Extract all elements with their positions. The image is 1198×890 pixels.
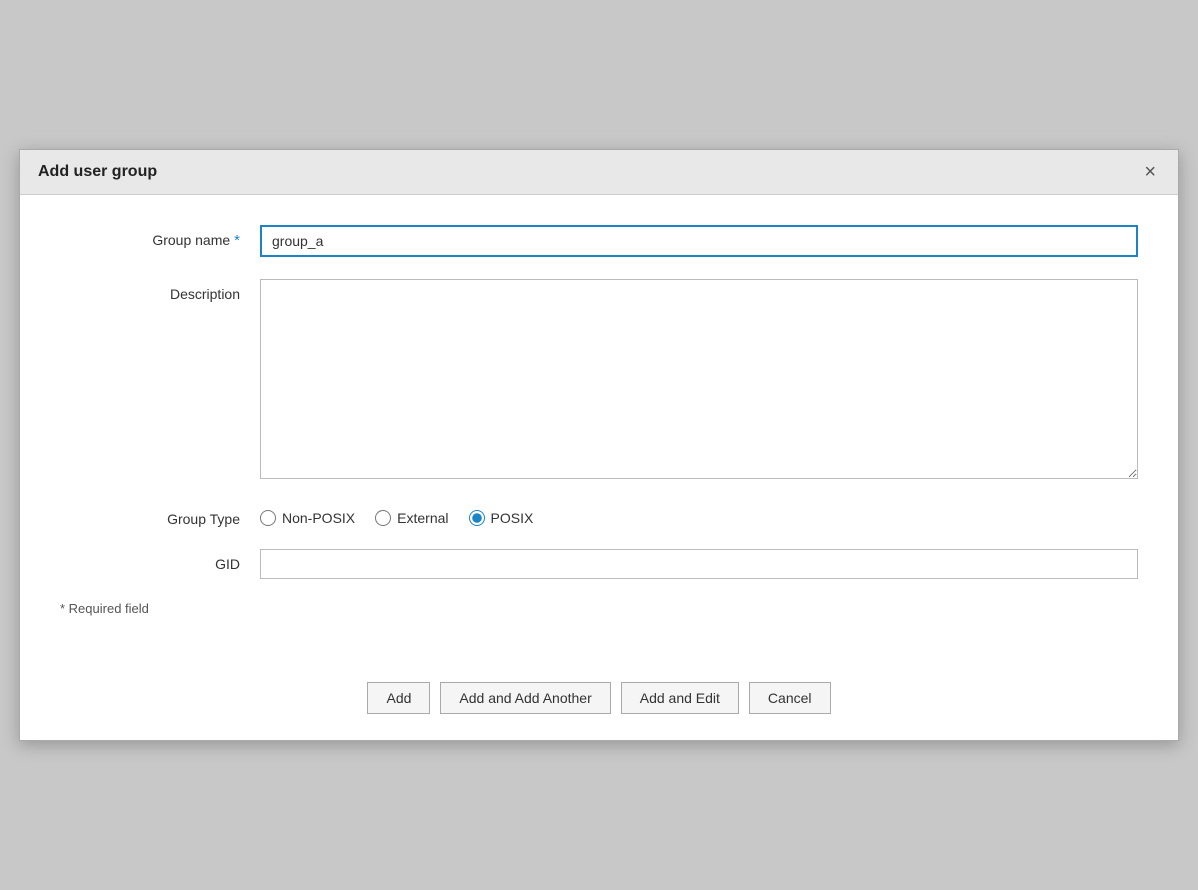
- radio-posix-label: POSIX: [491, 510, 534, 526]
- close-button[interactable]: ×: [1140, 162, 1160, 182]
- radio-external-label: External: [397, 510, 448, 526]
- group-name-field-wrapper: [260, 225, 1138, 257]
- group-name-input[interactable]: [260, 225, 1138, 257]
- required-note: * Required field: [60, 601, 1138, 616]
- description-row: Description: [60, 279, 1138, 482]
- group-type-options: Non-POSIX External POSIX: [260, 504, 1138, 526]
- dialog-header: Add user group ×: [20, 150, 1178, 195]
- description-input[interactable]: [260, 279, 1138, 479]
- group-type-row: Group Type Non-POSIX External POSIX: [60, 504, 1138, 527]
- gid-field-wrapper: [260, 549, 1138, 579]
- add-user-group-dialog: Add user group × Group name* Description: [19, 149, 1179, 741]
- dialog-title: Add user group: [38, 163, 157, 181]
- description-label: Description: [60, 279, 260, 302]
- group-type-label: Group Type: [60, 504, 260, 527]
- cancel-button[interactable]: Cancel: [749, 682, 831, 714]
- radio-non-posix-label: Non-POSIX: [282, 510, 355, 526]
- dialog-body: Group name* Description Group Type: [20, 195, 1178, 666]
- dialog-footer: Add Add and Add Another Add and Edit Can…: [20, 666, 1178, 740]
- add-and-edit-button[interactable]: Add and Edit: [621, 682, 739, 714]
- gid-row: GID: [60, 549, 1138, 579]
- radio-non-posix[interactable]: Non-POSIX: [260, 510, 355, 526]
- add-button[interactable]: Add: [367, 682, 430, 714]
- add-and-add-another-button[interactable]: Add and Add Another: [440, 682, 610, 714]
- group-name-row: Group name*: [60, 225, 1138, 257]
- description-field-wrapper: [260, 279, 1138, 482]
- radio-external[interactable]: External: [375, 510, 448, 526]
- group-name-label: Group name*: [60, 225, 260, 249]
- radio-non-posix-input[interactable]: [260, 510, 276, 526]
- radio-posix-input[interactable]: [469, 510, 485, 526]
- radio-posix[interactable]: POSIX: [469, 510, 534, 526]
- gid-label: GID: [60, 549, 260, 572]
- gid-input[interactable]: [260, 549, 1138, 579]
- required-star: *: [234, 232, 240, 249]
- radio-external-input[interactable]: [375, 510, 391, 526]
